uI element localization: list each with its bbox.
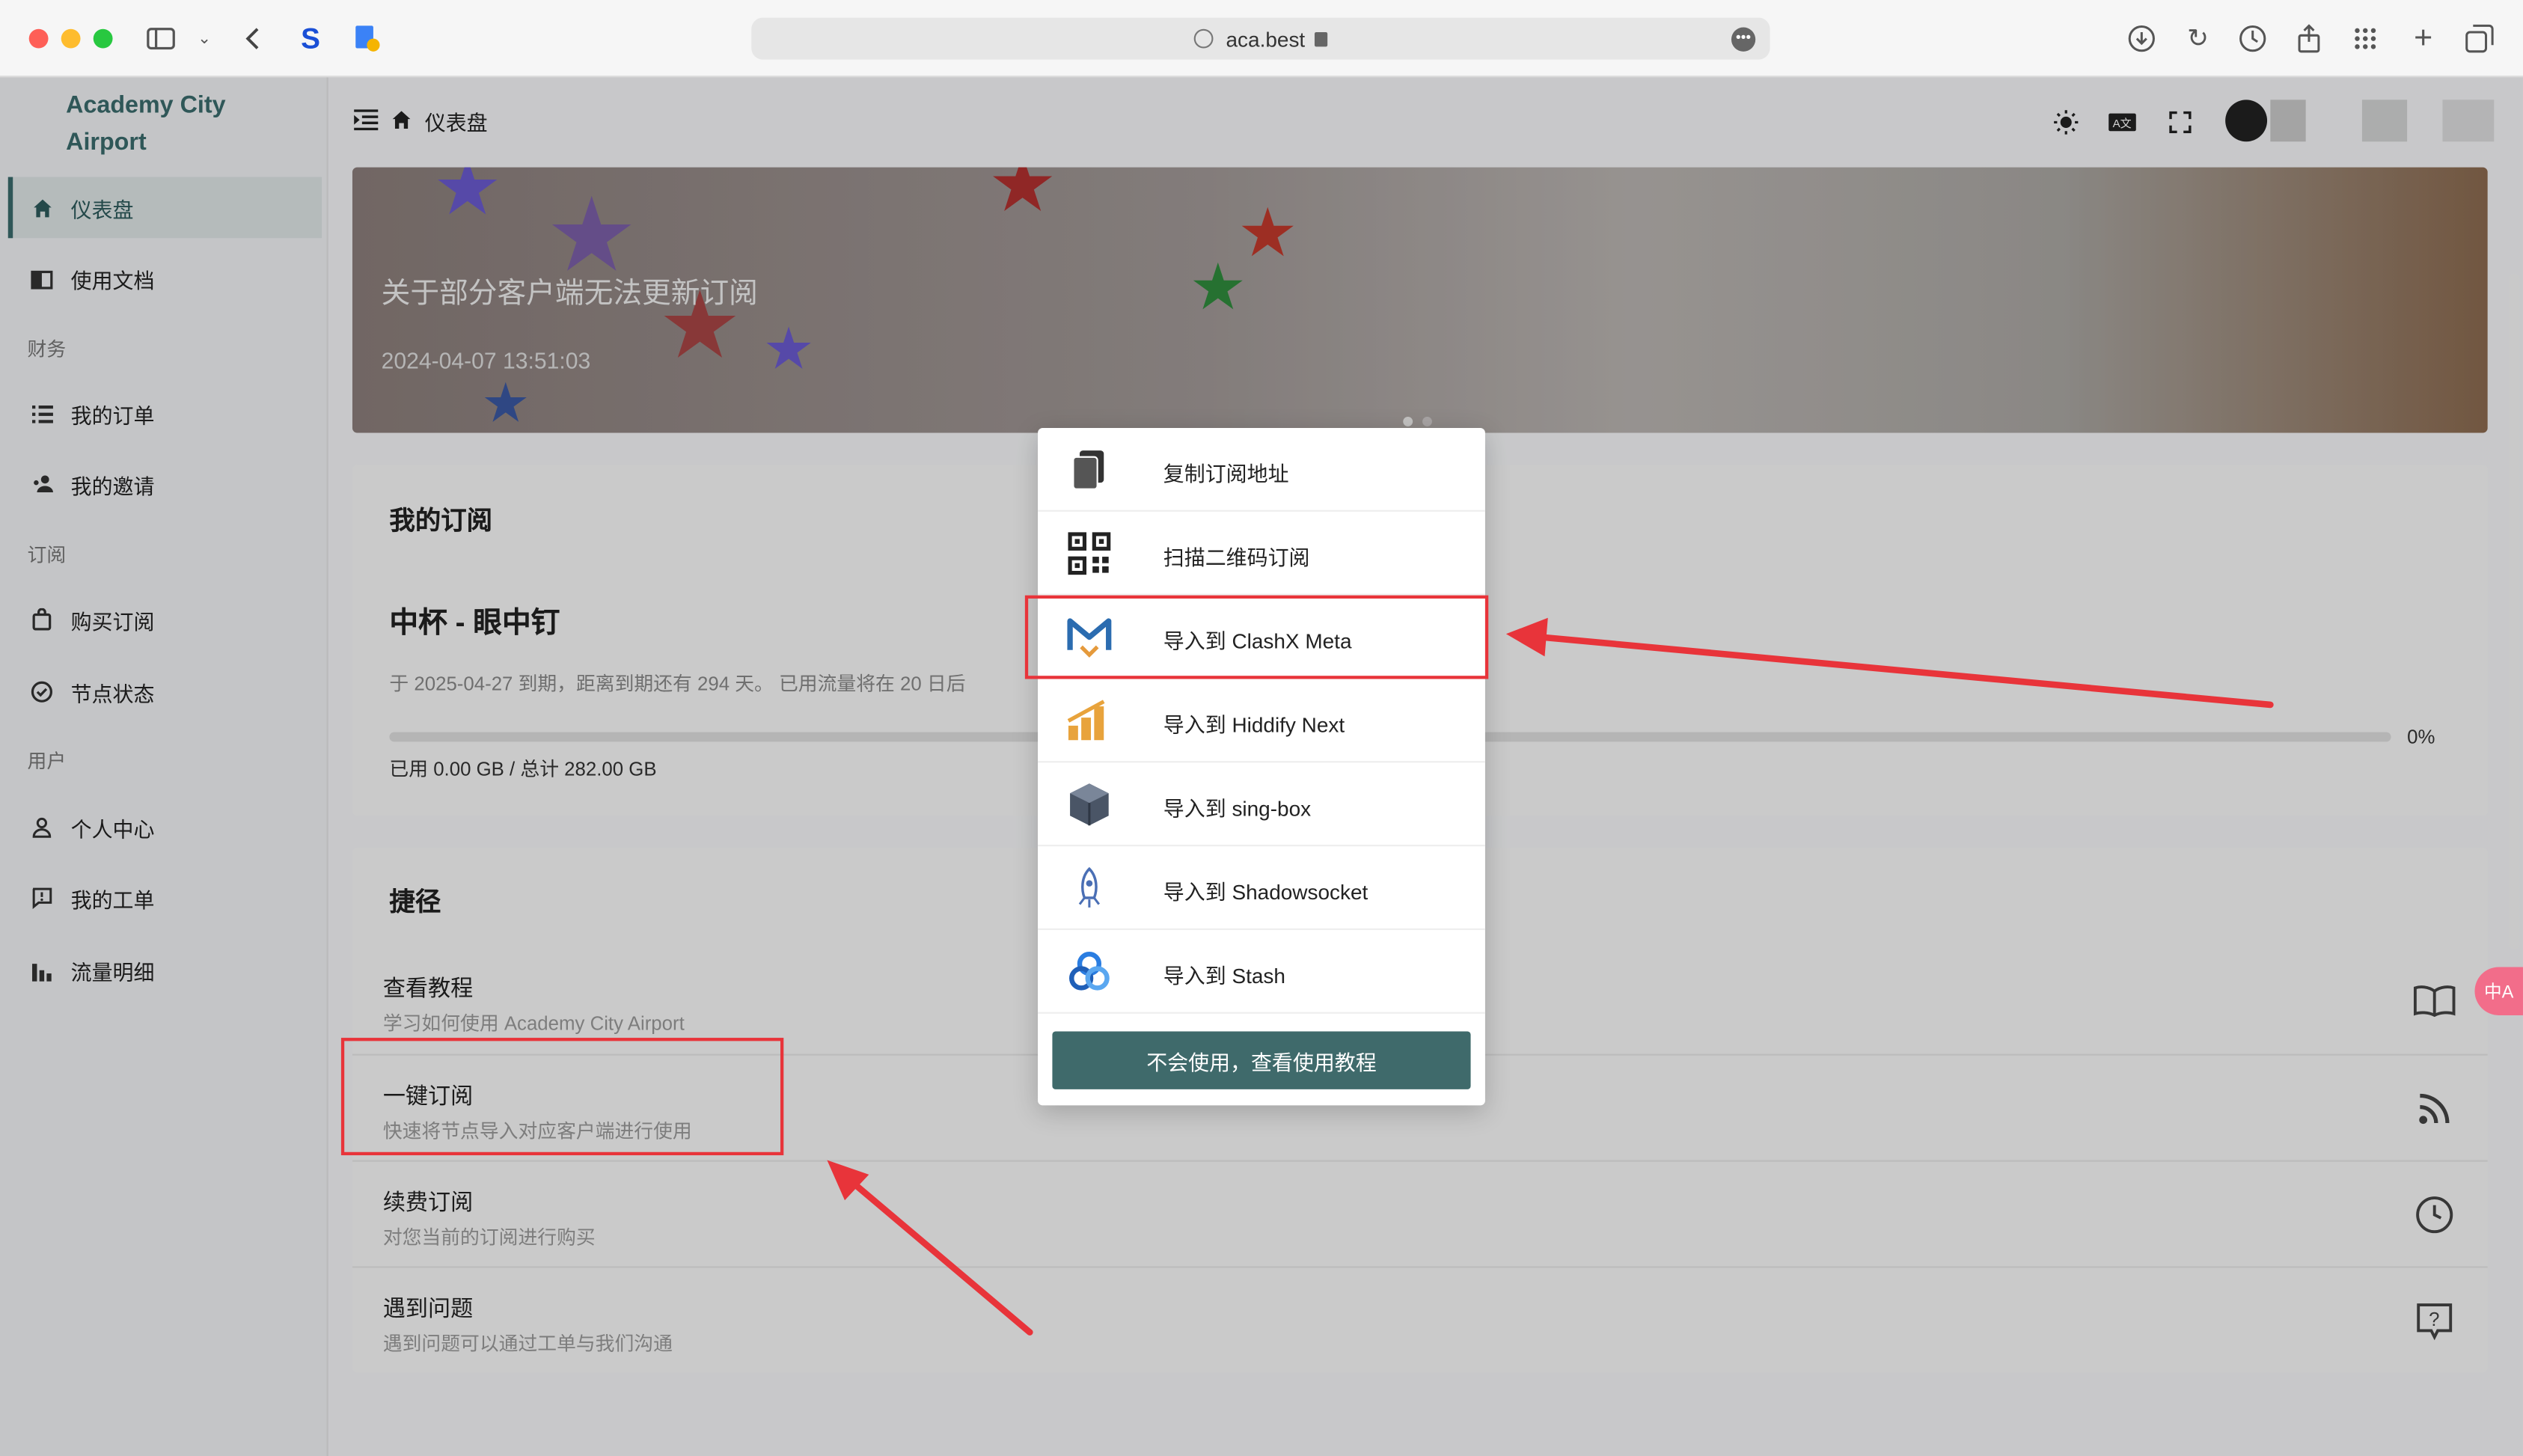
qrcode-icon xyxy=(1067,531,1112,576)
popup-item-hiddify[interactable]: 导入到 Hiddify Next xyxy=(1038,679,1485,763)
more-icon[interactable]: ••• xyxy=(1731,27,1756,52)
back-icon[interactable] xyxy=(235,21,270,56)
popup-item-copy-url[interactable]: 复制订阅地址 xyxy=(1038,428,1485,512)
minimize-window-button[interactable] xyxy=(61,28,81,49)
address-bar[interactable]: aca.best ••• xyxy=(751,17,1770,60)
close-window-button[interactable] xyxy=(28,28,49,49)
stash-icon xyxy=(1067,949,1112,994)
popup-item-label: 导入到 Stash xyxy=(1163,964,1285,988)
lock-icon xyxy=(1315,31,1328,46)
shadowrocket-icon xyxy=(1067,866,1112,911)
highlight-box-one-click xyxy=(340,1038,784,1156)
popup-item-label: 导入到 sing-box xyxy=(1163,796,1312,821)
tabs-overview-icon[interactable] xyxy=(2462,21,2497,56)
extension-translate-icon[interactable] xyxy=(349,21,385,56)
popup-item-label: 导入到 Hiddify Next xyxy=(1163,712,1345,737)
zoom-window-button[interactable] xyxy=(93,28,113,49)
extension-s-icon[interactable]: S xyxy=(293,21,328,56)
sing-box-icon xyxy=(1067,782,1112,827)
popup-item-stash[interactable]: 导入到 Stash xyxy=(1038,930,1485,1014)
reload-icon[interactable]: ↻ xyxy=(2180,21,2215,56)
history-icon[interactable] xyxy=(2235,21,2270,56)
download-icon[interactable] xyxy=(2124,21,2159,56)
copy-icon xyxy=(1067,447,1112,492)
grid-icon[interactable] xyxy=(2348,21,2383,56)
popup-item-qrcode[interactable]: 扫描二维码订阅 xyxy=(1038,512,1485,596)
popup-item-label: 复制订阅地址 xyxy=(1163,462,1289,486)
chevron-down-icon[interactable]: ⌄ xyxy=(186,21,221,56)
popup-item-sing-box[interactable]: 导入到 sing-box xyxy=(1038,762,1485,847)
url-text: aca.best xyxy=(1226,26,1306,51)
hiddify-icon xyxy=(1067,698,1112,743)
sidebar-toggle-icon[interactable] xyxy=(143,21,178,56)
popup-item-shadowrocket[interactable]: 导入到 Shadowsocket xyxy=(1038,846,1485,930)
highlight-box-clashx xyxy=(1024,595,1489,679)
scrollbar[interactable] xyxy=(2508,273,2520,949)
new-tab-icon[interactable]: + xyxy=(2406,20,2441,56)
popup-item-label: 导入到 Shadowsocket xyxy=(1163,880,1368,905)
subscribe-popup: 复制订阅地址 扫描二维码订阅 导入到 ClashX Meta 导入到 Hiddi… xyxy=(1038,428,1485,1106)
browser-toolbar: ⌄ S aca.best ••• ↻ + xyxy=(0,0,2523,78)
globe-icon xyxy=(1193,28,1214,49)
help-tutorial-button[interactable]: 不会使用，查看使用教程 xyxy=(1052,1031,1471,1089)
translate-widget-icon[interactable]: 中A xyxy=(2474,967,2523,1015)
share-icon[interactable] xyxy=(2291,21,2326,56)
popup-item-label: 扫描二维码订阅 xyxy=(1163,545,1310,570)
